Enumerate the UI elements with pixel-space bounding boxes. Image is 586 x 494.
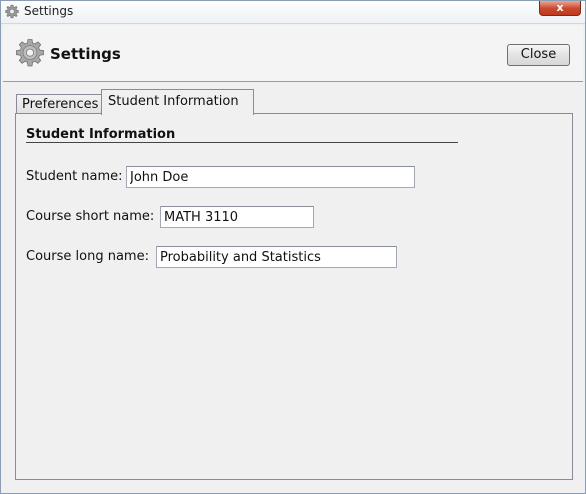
tab-bar: Preferences Student Information <box>15 89 575 115</box>
settings-header: Settings Close <box>3 25 583 82</box>
settings-window: Settings x Settings Close Preferences St… <box>0 0 586 494</box>
section-divider <box>26 142 458 143</box>
window-close-button[interactable]: x <box>539 1 581 16</box>
student-name-label: Student name: <box>26 169 123 184</box>
course-short-name-label: Course short name: <box>26 209 155 224</box>
tab-preferences[interactable]: Preferences <box>16 94 102 114</box>
student-name-input[interactable] <box>126 166 415 188</box>
title-bar[interactable]: Settings x <box>1 1 585 24</box>
student-information-panel: Student Information Student name: Course… <box>15 113 573 480</box>
close-button[interactable]: Close <box>507 44 570 66</box>
course-short-name-input[interactable] <box>160 206 314 228</box>
gear-icon <box>4 4 20 20</box>
course-long-name-input[interactable] <box>156 246 397 268</box>
section-title: Student Information <box>26 127 176 142</box>
window-title: Settings <box>24 4 74 18</box>
gear-icon <box>15 38 45 68</box>
course-long-name-label: Course long name: <box>26 249 149 264</box>
page-title: Settings <box>50 45 121 63</box>
tab-student-information[interactable]: Student Information <box>101 89 254 115</box>
